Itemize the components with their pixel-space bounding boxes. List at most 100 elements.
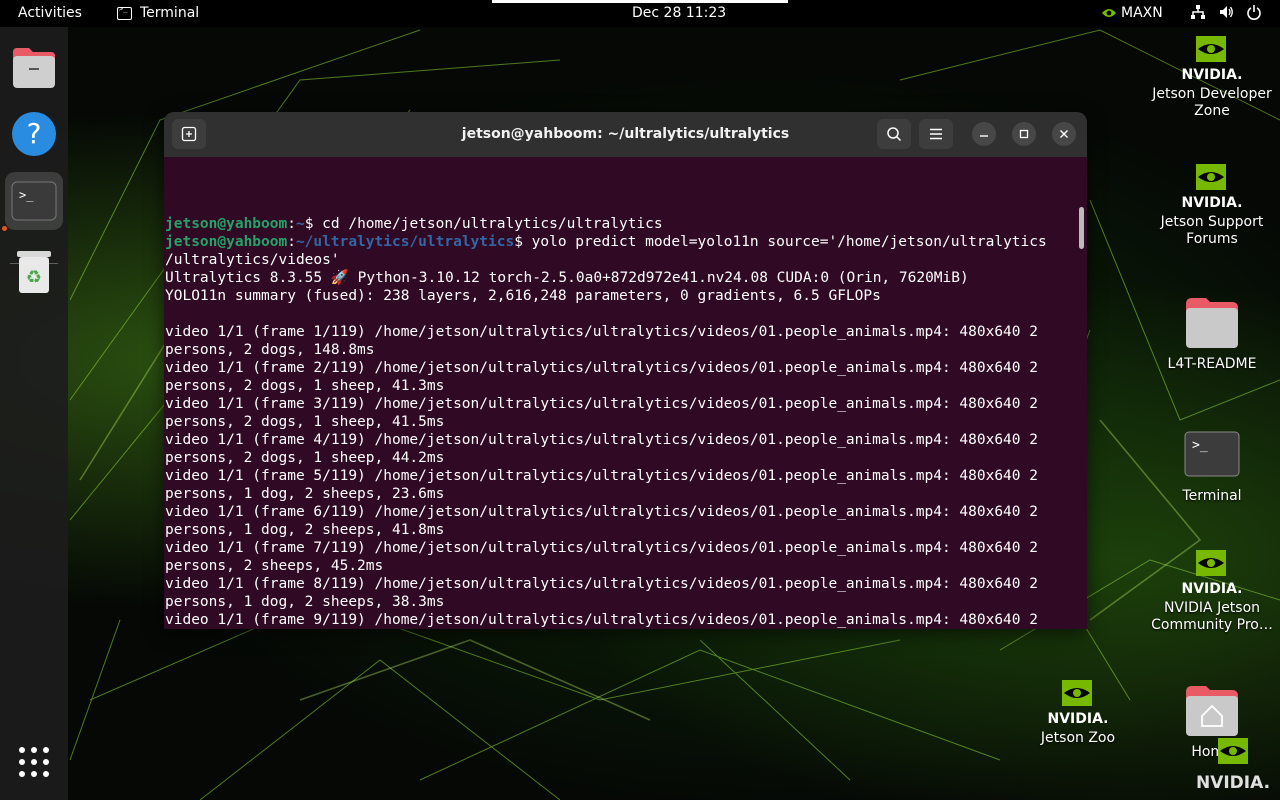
- prompt-separator: :: [287, 216, 296, 232]
- terminal-line: video 1/1 (frame 8/119) /home/jetson/ult…: [165, 576, 1038, 592]
- nvidia-eye-icon: [1102, 9, 1116, 17]
- desktop-icon-label: L4T-README: [1167, 356, 1257, 372]
- desktop-icon-label: Jetson Zoo: [1040, 730, 1116, 746]
- system-tray[interactable]: [1190, 4, 1262, 20]
- terminal-line: persons, 2 sheeps, 45.2ms: [165, 558, 384, 574]
- dock-item-terminal[interactable]: >_: [5, 172, 63, 230]
- svg-text:?: ?: [27, 117, 42, 150]
- desktop-icon-l4t-readme[interactable]: L4T-README: [1150, 296, 1274, 373]
- clock[interactable]: Dec 28 11:23: [632, 5, 726, 21]
- dock: ? >_ ♻: [0, 27, 68, 800]
- app-menu[interactable]: Terminal: [117, 5, 199, 21]
- terminal-line: jetson@yahboom:~/ultralytics/ultralytics…: [165, 233, 1087, 251]
- help-icon: ?: [12, 112, 56, 156]
- terminal-line: video 1/1 (frame 3/119) /home/jetson/ult…: [165, 396, 1038, 412]
- svg-text:>_: >_: [1192, 438, 1208, 453]
- desktop-icon-label: NVIDIA Jetson Community Pro…: [1151, 600, 1273, 633]
- show-apps-button[interactable]: [5, 733, 63, 791]
- prompt-path: ~/ultralytics/ultralytics: [295, 234, 515, 250]
- terminal-line: persons, 2 dogs, 1 sheep, 41.3ms: [165, 378, 445, 394]
- top-strip: [492, 0, 788, 3]
- command-text: $ yolo predict model=yolo11n source='/ho…: [514, 234, 1047, 250]
- prompt-separator: :: [287, 234, 296, 250]
- desktop-icon-label: Jetson Developer Zone: [1152, 86, 1272, 119]
- desktop-icon-jetson-community-projects[interactable]: NVIDIA. NVIDIA Jetson Community Pro…: [1150, 550, 1274, 634]
- search-icon: [887, 127, 902, 142]
- terminal-line: video 1/1 (frame 5/119) /home/jetson/ult…: [165, 468, 1038, 484]
- desktop-icon-label: Jetson Support Forums: [1160, 214, 1264, 247]
- maximize-icon: [1019, 129, 1029, 139]
- maximize-button[interactable]: [1012, 122, 1036, 146]
- minimize-button[interactable]: [972, 122, 996, 146]
- terminal-window[interactable]: jetson@yahboom: ~/ultralytics/ultralytic…: [164, 112, 1087, 629]
- terminal-headerbar[interactable]: jetson@yahboom: ~/ultralytics/ultralytic…: [164, 112, 1087, 157]
- show-apps-icon: [19, 747, 49, 777]
- power-mode-indicator[interactable]: MAXN: [1101, 5, 1163, 21]
- terminal-line: persons, 2 dogs, 148.8ms: [165, 342, 375, 358]
- terminal-line: jetson@yahboom:~$ cd /home/jetson/ultral…: [165, 215, 1087, 233]
- folder-icon: [1186, 298, 1238, 348]
- terminal-line: video 1/1 (frame 4/119) /home/jetson/ult…: [165, 432, 1038, 448]
- nvidia-logo-icon: NVIDIA.: [1047, 680, 1109, 726]
- nvidia-wordmark: NVIDIA.: [1181, 581, 1242, 596]
- terminal-line: /ultralytics/videos': [165, 252, 340, 268]
- dock-item-trash[interactable]: ♻: [5, 243, 63, 301]
- network-icon: [1191, 5, 1205, 19]
- svg-text:♻: ♻: [26, 267, 42, 288]
- terminal-line: video 1/1 (frame 1/119) /home/jetson/ult…: [165, 324, 1038, 340]
- volume-icon: [1220, 6, 1233, 18]
- desktop-icon-terminal[interactable]: >_ Terminal: [1150, 428, 1274, 505]
- terminal-line: YOLO11n summary (fused): 238 layers, 2,6…: [165, 288, 881, 304]
- terminal-line: video 1/1 (frame 9/119) /home/jetson/ult…: [165, 612, 1038, 628]
- power-icon: [1247, 5, 1261, 20]
- terminal-line: persons, 1 dog, 2 sheeps, 38.3ms: [165, 594, 445, 610]
- terminal-icon: >_: [1184, 431, 1240, 477]
- terminal-line: persons, 2 dogs, 1 sheep, 44.2ms: [165, 450, 445, 466]
- running-indicator: [2, 226, 7, 231]
- close-button[interactable]: [1052, 122, 1076, 146]
- nvidia-watermark-text: NVIDIA.: [1196, 773, 1270, 792]
- minimize-icon: [980, 135, 988, 137]
- terminal-line: video 1/1 (frame 6/119) /home/jetson/ult…: [165, 504, 1038, 520]
- nvidia-logo-icon: NVIDIA.: [1181, 36, 1243, 82]
- terminal-line: Ultralytics 8.3.55 🚀 Python-3.10.12 torc…: [165, 270, 969, 286]
- nvidia-wordmark: NVIDIA.: [1047, 711, 1108, 726]
- menu-button[interactable]: [919, 119, 953, 149]
- prompt-user: jetson@yahboom: [165, 216, 288, 232]
- terminal-output[interactable]: jetson@yahboom:~$ cd /home/jetson/ultral…: [164, 157, 1087, 629]
- terminal-line: persons, 2 dogs, 1 sheep, 41.5ms: [165, 414, 445, 430]
- dock-item-files[interactable]: [5, 39, 63, 97]
- home-folder-icon: [1186, 686, 1238, 736]
- terminal-line: video 1/1 (frame 2/119) /home/jetson/ult…: [165, 360, 1038, 376]
- hamburger-icon: [930, 128, 942, 140]
- terminal-icon: [117, 5, 132, 20]
- prompt-user: jetson@yahboom: [165, 234, 288, 250]
- trash-icon: ♻: [17, 251, 51, 293]
- nvidia-wordmark: NVIDIA.: [1181, 67, 1242, 82]
- close-icon: [1060, 130, 1068, 138]
- files-icon: [13, 48, 55, 88]
- top-bar: Activities Terminal Dec 28 11:23 MAXN: [0, 0, 1280, 27]
- desktop-icon-jetson-zoo[interactable]: NVIDIA. Jetson Zoo: [1016, 680, 1140, 747]
- terminal-line: persons, 1 dog, 2 sheeps, 41.8ms: [165, 522, 445, 538]
- search-button[interactable]: [877, 119, 911, 149]
- dock-item-help[interactable]: ?: [5, 105, 63, 163]
- nvidia-logo-icon: NVIDIA.: [1181, 550, 1243, 596]
- app-menu-label: Terminal: [140, 5, 200, 21]
- svg-text:>_: >_: [19, 188, 34, 202]
- nvidia-watermark: NVIDIA.: [1196, 738, 1270, 792]
- nvidia-logo-icon: NVIDIA.: [1181, 164, 1243, 210]
- scrollbar-thumb[interactable]: [1079, 207, 1084, 249]
- power-mode-label: MAXN: [1121, 5, 1163, 21]
- terminal-icon: >_: [11, 181, 57, 221]
- prompt-path: ~: [295, 216, 305, 232]
- activities-button[interactable]: Activities: [18, 5, 82, 21]
- nvidia-wordmark: NVIDIA.: [1181, 195, 1242, 210]
- desktop-icon-jetson-developer-zone[interactable]: NVIDIA. Jetson Developer Zone: [1150, 36, 1274, 120]
- terminal-line: video 1/1 (frame 7/119) /home/jetson/ult…: [165, 540, 1038, 556]
- terminal-line: persons, 1 dog, 2 sheeps, 23.6ms: [165, 486, 445, 502]
- desktop-icon-label: Terminal: [1182, 488, 1242, 504]
- desktop-icon-jetson-support-forums[interactable]: NVIDIA. Jetson Support Forums: [1150, 164, 1274, 248]
- command-text: $ cd /home/jetson/ultralytics/ultralytic…: [304, 216, 663, 232]
